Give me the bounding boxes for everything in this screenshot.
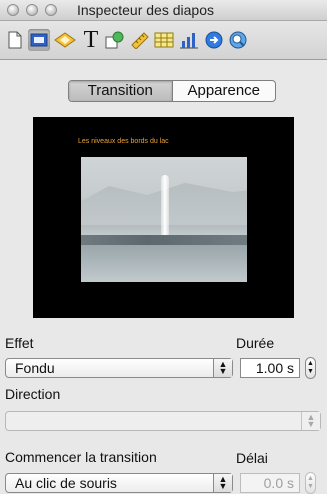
close-button[interactable] [7,4,19,16]
document-inspector-button[interactable] [4,29,26,51]
stepper-up-icon: ▲ [307,360,314,367]
table-icon [154,32,174,48]
stepper-up-icon: ▲ [307,475,314,482]
document-icon [8,31,22,49]
inspector-tabs: Transition Apparence [68,80,276,102]
inspector-toolbar: T [0,21,327,60]
quicktime-icon [229,31,247,49]
chevron-up-down-icon: ▲ ▼ [213,474,232,492]
minimize-button[interactable] [26,4,38,16]
transition-inspector-button[interactable] [54,29,76,51]
slide-inspector-button[interactable] [28,29,50,51]
direction-label: Direction [5,386,61,402]
text-inspector-button[interactable]: T [80,26,102,53]
lake-water [81,245,247,282]
graphic-icon [105,31,124,49]
chevron-up-down-icon: ▲ ▼ [301,412,320,430]
text-icon: T [83,26,99,53]
transition-icon [54,32,76,48]
chevron-up-down-icon: ▲ ▼ [213,359,232,377]
slide-photo [81,157,247,282]
start-transition-label: Commencer la transition [5,449,157,465]
delay-field[interactable]: 0.0 s [240,473,300,493]
duration-stepper[interactable]: ▲ ▼ [305,357,316,379]
slide-title-text: Les niveaux des bords du lac [78,138,169,145]
slide-icon [30,33,48,47]
chart-inspector-button[interactable] [178,29,200,51]
title-bar: Inspecteur des diapos [0,0,327,21]
table-inspector-button[interactable] [153,29,175,51]
hyperlink-icon [205,31,223,49]
effect-label: Effet [5,335,34,351]
metrics-icon [131,32,149,49]
start-transition-select[interactable]: Au clic de souris ▲ ▼ [5,473,233,493]
shoreline [81,235,247,245]
tab-appearance[interactable]: Apparence [173,81,276,101]
effect-select[interactable]: Fondu ▲ ▼ [5,358,233,378]
delay-label: Délai [236,450,268,466]
effect-select-value: Fondu [15,360,55,376]
direction-select[interactable]: ▲ ▼ [5,411,321,431]
stepper-down-icon: ▼ [307,368,314,375]
stepper-down-icon: ▼ [307,483,314,490]
zoom-button[interactable] [45,4,57,16]
metrics-inspector-button[interactable] [129,29,151,51]
chart-icon [180,33,198,49]
duration-field[interactable]: 1.00 s [240,358,300,378]
window-title: Inspecteur des diapos [77,2,214,18]
graphic-inspector-button[interactable] [104,29,126,51]
tab-transition[interactable]: Transition [69,81,173,101]
delay-stepper[interactable]: ▲ ▼ [305,472,316,494]
slide-preview: Les niveaux des bords du lac [33,117,294,318]
hyperlink-inspector-button[interactable] [203,29,225,51]
start-transition-select-value: Au clic de souris [15,475,117,491]
duration-label: Durée [236,335,275,351]
quicktime-inspector-button[interactable] [227,29,249,51]
